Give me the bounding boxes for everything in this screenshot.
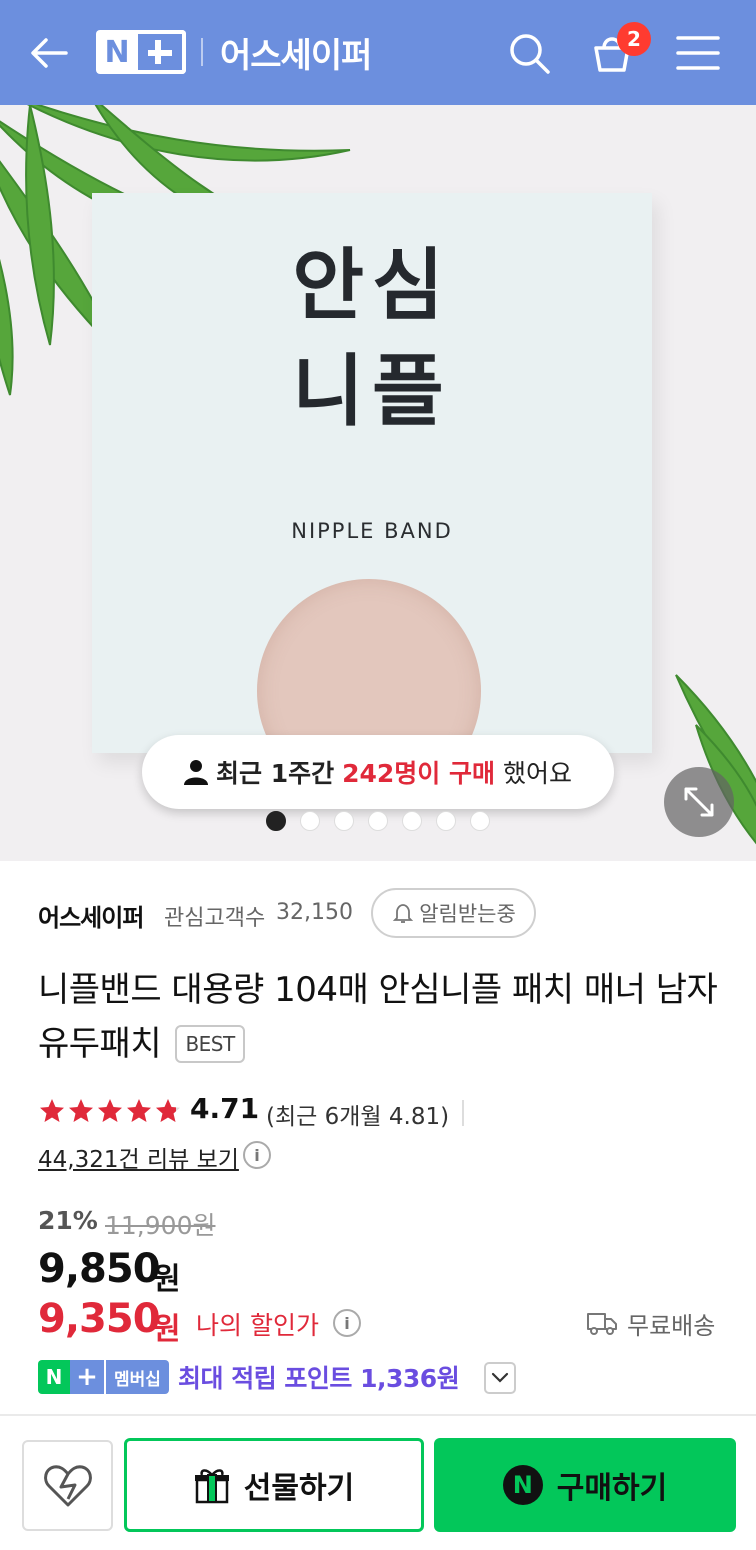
alarm-button[interactable]: 알림받는중	[371, 888, 536, 938]
product-image-carousel[interactable]: 안심 니플 NIPPLE BAND 최근 1주간 242명이 구매 했어요	[0, 105, 756, 861]
purchase-highlight: 242명이 구매	[342, 759, 495, 788]
box-title-line1: 안심	[292, 241, 452, 331]
recent-rating: (최근 6개월 4.81)	[266, 1104, 450, 1130]
badge-n: N	[38, 1360, 70, 1394]
carousel-dot[interactable]	[368, 811, 388, 831]
carousel-dot[interactable]	[266, 811, 286, 831]
expand-icon	[684, 787, 714, 817]
price-info-icon[interactable]: i	[333, 1309, 361, 1337]
chevron-down-icon	[491, 1372, 509, 1383]
points-expand-toggle[interactable]	[484, 1362, 516, 1394]
alarm-label: 알림받는중	[419, 902, 516, 926]
bottom-action-bar: 선물하기 N 구매하기	[0, 1414, 756, 1550]
review-link[interactable]: 44,321건 리뷰 보기	[38, 1140, 239, 1174]
seller-name[interactable]: 어스세이퍼	[38, 898, 144, 933]
star-icon	[127, 1099, 151, 1122]
carousel-dot[interactable]	[300, 811, 320, 831]
carousel-indicator	[266, 811, 490, 831]
cart-count-badge: 2	[617, 22, 651, 56]
my-discount-price: 9,350	[38, 1296, 161, 1342]
bell-icon	[393, 904, 414, 923]
my-price-label: 나의 할인가	[196, 1311, 319, 1340]
star-icon	[69, 1099, 93, 1122]
badge-plus: +	[70, 1360, 104, 1394]
carousel-dot[interactable]	[334, 811, 354, 831]
store-name[interactable]: 어스세이퍼	[220, 28, 372, 77]
box-title-line2: 니플	[292, 347, 452, 437]
top-header: N 어스세이퍼 2	[0, 0, 756, 105]
naver-pay-n-icon: N	[502, 1465, 543, 1505]
discount-rate: 21%	[38, 1206, 98, 1235]
back-arrow-icon[interactable]	[26, 30, 72, 76]
shipping-label: 무료배송	[627, 1312, 716, 1340]
truck-icon	[587, 1313, 617, 1335]
star-half-icon	[156, 1099, 180, 1122]
naver-plus-membership-badge: N + 멤버십	[38, 1360, 169, 1394]
recent-purchase-banner: 최근 1주간 242명이 구매 했어요	[142, 735, 614, 809]
star-rating	[38, 1097, 182, 1125]
follower-label: 관심고객수	[164, 906, 266, 931]
naver-plus-logo[interactable]: N	[96, 30, 186, 74]
best-badge: BEST	[175, 1025, 245, 1063]
menu-icon[interactable]	[676, 34, 720, 72]
logo-n-letter: N	[104, 34, 130, 70]
expand-image-button[interactable]	[664, 767, 734, 837]
star-icon	[98, 1099, 122, 1122]
carousel-dot[interactable]	[402, 811, 422, 831]
gift-label: 선물하기	[243, 1471, 355, 1506]
max-points-text: 최대 적립 포인트 1,336원	[178, 1364, 460, 1393]
rating-divider	[462, 1100, 464, 1126]
my-price-currency: 원	[153, 1312, 181, 1347]
header-divider	[201, 38, 203, 66]
person-icon	[183, 760, 208, 785]
product-title: 니플밴드 대용량 104매 안심니플 패치 매너 남자 유두패치 BEST	[38, 963, 728, 1071]
box-subtitle: NIPPLE BAND	[291, 519, 453, 543]
rating-value: 4.71	[190, 1092, 260, 1125]
search-icon[interactable]	[506, 30, 552, 76]
wishlist-button[interactable]	[22, 1440, 113, 1531]
original-price: 11,900원	[105, 1211, 216, 1240]
plus-icon	[138, 30, 186, 74]
badge-membership: 멤버십	[106, 1360, 169, 1394]
buy-button[interactable]: N 구매하기	[434, 1438, 736, 1532]
purchase-suffix: 했어요	[502, 759, 572, 788]
gift-icon	[194, 1469, 229, 1504]
product-box: 안심 니플 NIPPLE BAND	[92, 193, 652, 803]
follower-count: 32,150	[276, 900, 353, 925]
review-info-icon[interactable]: i	[243, 1141, 271, 1169]
star-icon	[40, 1099, 64, 1122]
sale-price-currency: 원	[153, 1262, 181, 1297]
purchase-prefix: 최근 1주간	[215, 759, 335, 788]
sale-price: 9,850	[38, 1246, 161, 1292]
carousel-dot[interactable]	[436, 811, 456, 831]
buy-label: 구매하기	[556, 1471, 668, 1506]
product-title-text: 니플밴드 대용량 104매 안심니플 패치 매너 남자 유두패치	[38, 970, 718, 1064]
carousel-dot[interactable]	[470, 811, 490, 831]
heart-icon	[43, 1464, 92, 1506]
gift-button[interactable]: 선물하기	[124, 1438, 424, 1532]
